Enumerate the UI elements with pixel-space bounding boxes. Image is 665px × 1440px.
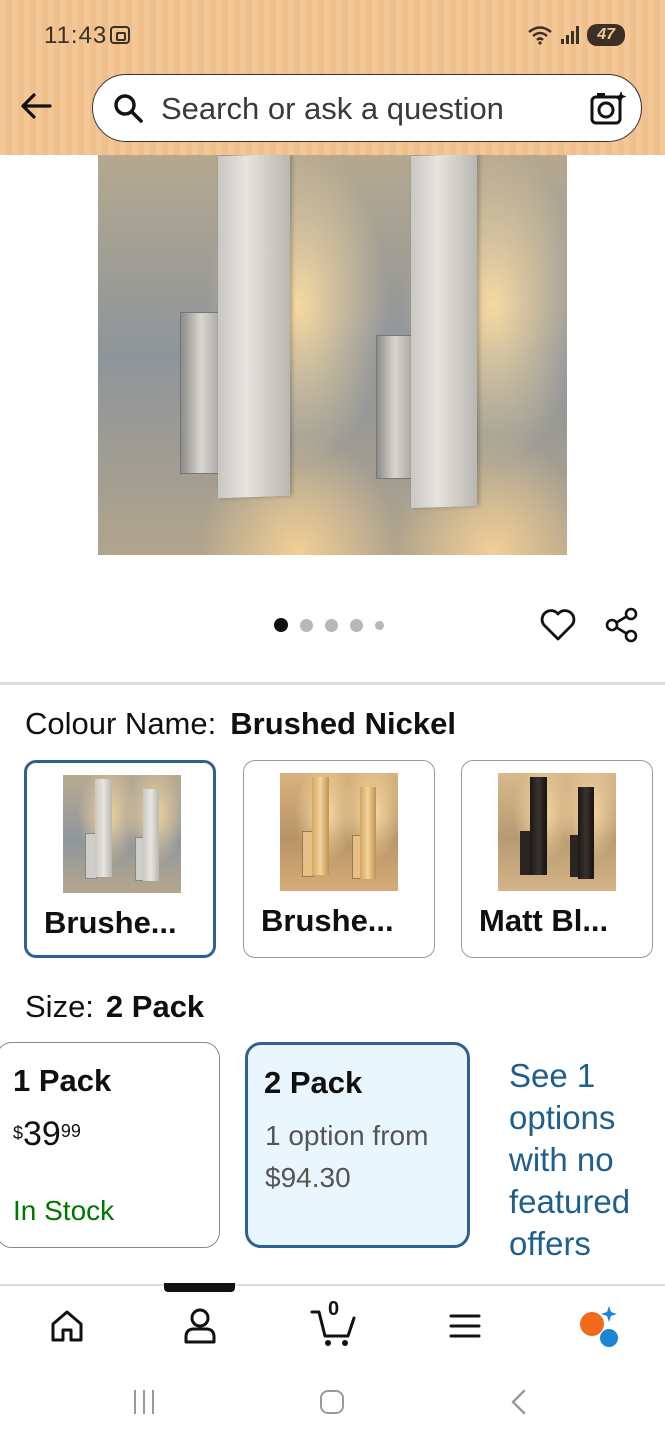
rufus-assistant-icon[interactable] (576, 1304, 620, 1348)
price-symbol: $ (13, 1123, 24, 1143)
nav-divider (0, 1284, 665, 1286)
system-back-icon[interactable] (506, 1388, 532, 1416)
size-heading: Size: 2 Pack (25, 989, 204, 1025)
battery-indicator: 47 (587, 24, 625, 46)
search-bar[interactable]: Search or ask a question (92, 74, 642, 142)
price-fraction: 99 (60, 1121, 81, 1141)
section-divider (0, 682, 665, 685)
carousel-dot[interactable] (350, 618, 363, 632)
lamp-wall-plate (376, 335, 414, 479)
lamp-wall-plate (180, 312, 222, 474)
search-icon (114, 94, 143, 123)
account-icon[interactable] (178, 1304, 222, 1348)
lamp-blade (411, 155, 477, 509)
product-image[interactable] (98, 155, 567, 555)
pack-offer-price: $94.30 (265, 1162, 351, 1193)
share-icon[interactable] (604, 607, 640, 643)
pack-offer-info: 1 option from $94.30 (265, 1115, 428, 1199)
status-time: 11:43 (44, 22, 108, 49)
cart-count: 0 (328, 1298, 340, 1320)
colour-label: Colour Name: (25, 706, 217, 741)
carousel-dot[interactable] (300, 618, 313, 632)
pack-price: $ 39 99 (13, 1115, 81, 1154)
colour-selected-value: Brushed Nickel (230, 706, 456, 741)
swatch-image (498, 773, 616, 891)
screenshot-icon (110, 26, 130, 44)
size-selected-value: 2 Pack (105, 989, 205, 1024)
price-whole: 39 (23, 1115, 61, 1153)
home-button-icon[interactable] (320, 1390, 344, 1414)
size-option-1-pack[interactable]: 1 Pack $ 39 99 In Stock (0, 1042, 220, 1248)
status-indicators: 47 (527, 24, 625, 46)
lamp-blade (218, 155, 290, 499)
size-option-2-pack[interactable]: 2 Pack 1 option from $94.30 (245, 1042, 470, 1248)
menu-icon[interactable] (443, 1304, 487, 1348)
status-bar: 11:43 47 (0, 0, 665, 70)
carousel-dot[interactable] (274, 618, 288, 632)
camera-search-icon[interactable] (589, 89, 627, 127)
recent-apps-icon[interactable] (134, 1390, 154, 1414)
search-input[interactable]: Search or ask a question (161, 91, 504, 127)
carousel-dot[interactable] (325, 618, 338, 632)
colour-swatch-brushed-nickel[interactable]: Brushe... (24, 760, 216, 958)
size-label: Size: (25, 989, 94, 1024)
swatch-label: Matt Bl... (479, 903, 609, 938)
pack-offer-line: 1 option from (265, 1120, 429, 1151)
back-arrow-icon[interactable] (18, 88, 54, 124)
colour-heading: Colour Name: Brushed Nickel (25, 706, 456, 742)
signal-icon (561, 26, 580, 44)
swatch-label: Brushe... (44, 905, 177, 940)
bottom-nav: 0 (0, 1292, 665, 1362)
pack-title: 2 Pack (264, 1065, 363, 1100)
system-navigation-bar (0, 1362, 665, 1440)
see-options-link[interactable]: See 1 options with no featured offers (509, 1055, 659, 1265)
stock-status: In Stock (13, 1195, 115, 1226)
swatch-label: Brushe... (261, 903, 394, 938)
header: 11:43 47 Search or ask a question (0, 0, 665, 155)
swatch-image (280, 773, 398, 891)
swatch-image (63, 775, 181, 893)
colour-swatch-brushed-gold[interactable]: Brushe... (243, 760, 435, 958)
wifi-icon (528, 26, 552, 45)
nav-active-indicator (164, 1283, 235, 1292)
cart-button[interactable]: 0 (310, 1298, 360, 1348)
carousel-dots[interactable] (274, 618, 384, 632)
carousel-dot[interactable] (375, 620, 384, 630)
pack-title: 1 Pack (13, 1063, 112, 1098)
colour-swatch-matt-black[interactable]: Matt Bl... (461, 760, 653, 958)
home-icon[interactable] (45, 1304, 89, 1348)
heart-icon[interactable] (539, 606, 577, 644)
